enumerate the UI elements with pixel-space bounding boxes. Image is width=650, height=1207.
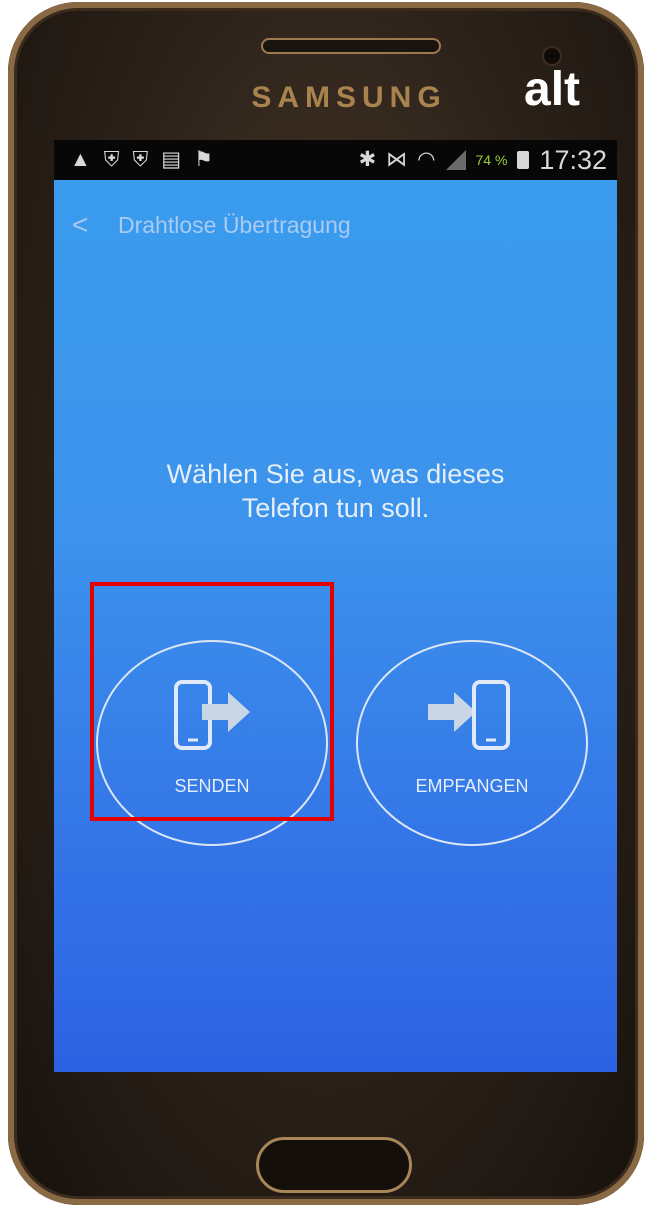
back-arrow-icon[interactable]: < xyxy=(72,210,92,240)
document-icon: ▤ xyxy=(161,148,182,171)
receive-label: EMPFANGEN xyxy=(415,776,529,796)
system-icons: ✱ ⋈ ◠ 74 % 17:32 xyxy=(359,144,607,176)
instruction-text: Wählen Sie aus, was dieses Telefon tun s… xyxy=(114,457,557,537)
overlay-label: alt xyxy=(524,63,581,116)
battery-icon xyxy=(517,151,530,169)
instruction-line-2: Telefon tun soll. xyxy=(241,493,430,523)
app-bar: < Drahtlose Übertragung xyxy=(54,180,617,260)
earpiece-speaker xyxy=(261,38,441,54)
warning-icon: ▲ xyxy=(70,148,91,171)
shield-icon: ⛨ xyxy=(103,148,120,171)
signal-icon xyxy=(445,150,466,170)
shield-icon: ⛨ xyxy=(132,148,149,171)
flag-icon: ⚑ xyxy=(194,148,213,171)
instruction-line-1: Wählen Sie aus, was dieses xyxy=(166,459,505,489)
page-title: Drahtlose Übertragung xyxy=(118,212,351,238)
wifi-icon: ◠ xyxy=(417,148,436,171)
status-clock: 17:32 xyxy=(539,144,607,175)
status-bar: ▲ ⛨ ⛨ ▤ ⚑ ✱ ⋈ ◠ 74 % 17:32 xyxy=(54,140,617,180)
home-button[interactable] xyxy=(256,1137,412,1193)
battery-percent: 74 % xyxy=(475,152,508,168)
brand-logo: SAMSUNG xyxy=(251,81,447,114)
mute-icon: ⋈ xyxy=(386,148,408,171)
receive-button[interactable]: EMPFANGEN xyxy=(356,640,588,846)
phone-receive-icon xyxy=(428,680,510,750)
highlight-box xyxy=(90,582,334,821)
bluetooth-icon: ✱ xyxy=(358,148,377,171)
notification-icons: ▲ ⛨ ⛨ ▤ ⚑ xyxy=(70,148,213,172)
